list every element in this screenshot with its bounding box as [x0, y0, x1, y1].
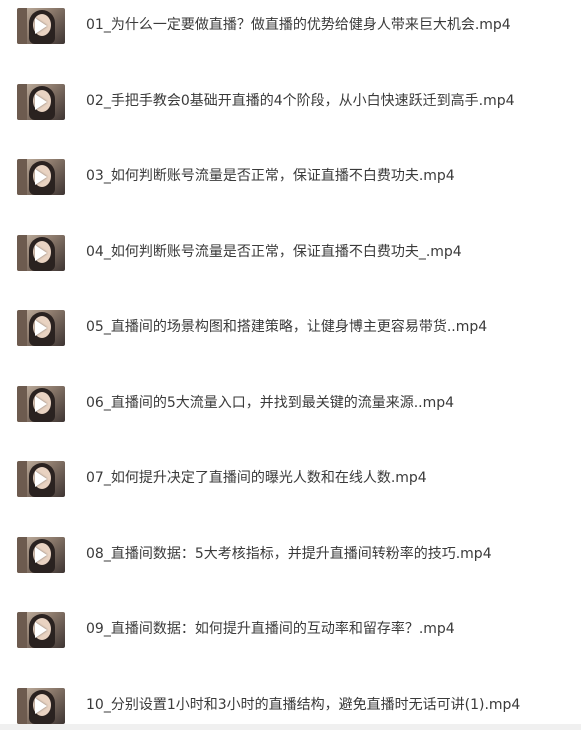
file-name[interactable]: 08_直播间数据：5大考核指标，并提升直播间转粉率的技巧.mp4 — [86, 545, 492, 563]
play-icon — [35, 320, 47, 336]
play-icon — [35, 547, 47, 563]
play-icon — [35, 18, 47, 34]
video-thumbnail[interactable] — [17, 386, 65, 422]
video-thumbnail[interactable] — [17, 159, 65, 195]
horizontal-scrollbar[interactable] — [0, 724, 581, 730]
list-item[interactable]: 09_直播间数据：如何提升直播间的互动率和留存率？.mp4 — [0, 604, 581, 654]
video-thumbnail[interactable] — [17, 688, 65, 724]
video-thumbnail[interactable] — [17, 235, 65, 271]
file-name[interactable]: 09_直播间数据：如何提升直播间的互动率和留存率？.mp4 — [86, 620, 455, 638]
file-name[interactable]: 07_如何提升决定了直播间的曝光人数和在线人数.mp4 — [86, 469, 427, 487]
play-icon — [35, 471, 47, 487]
play-icon — [35, 94, 47, 110]
video-thumbnail[interactable] — [17, 8, 65, 44]
list-item[interactable]: 04_如何判断账号流量是否正常，保证直播不白费功夫_.mp4 — [0, 227, 581, 277]
list-item[interactable]: 02_手把手教会0基础开直播的4个阶段，从小白快速跃迁到高手.mp4 — [0, 76, 581, 126]
list-item[interactable]: 10_分别设置1小时和3小时的直播结构，避免直播时无话可讲(1).mp4 — [0, 680, 581, 730]
file-name[interactable]: 06_直播间的5大流量入口，并找到最关键的流量来源..mp4 — [86, 394, 454, 412]
list-item[interactable]: 03_如何判断账号流量是否正常，保证直播不白费功夫.mp4 — [0, 151, 581, 201]
file-name[interactable]: 03_如何判断账号流量是否正常，保证直播不白费功夫.mp4 — [86, 167, 455, 185]
play-icon — [35, 396, 47, 412]
file-name[interactable]: 01_为什么一定要做直播？做直播的优势给健身人带来巨大机会.mp4 — [86, 16, 511, 34]
file-list: 01_为什么一定要做直播？做直播的优势给健身人带来巨大机会.mp4 02_手把手… — [0, 0, 581, 730]
play-icon — [35, 622, 47, 638]
video-thumbnail[interactable] — [17, 84, 65, 120]
list-item[interactable]: 01_为什么一定要做直播？做直播的优势给健身人带来巨大机会.mp4 — [0, 0, 581, 50]
list-item[interactable]: 07_如何提升决定了直播间的曝光人数和在线人数.mp4 — [0, 453, 581, 503]
list-item[interactable]: 05_直播间的场景构图和搭建策略，让健身博主更容易带货..mp4 — [0, 302, 581, 352]
video-thumbnail[interactable] — [17, 537, 65, 573]
play-icon — [35, 169, 47, 185]
video-thumbnail[interactable] — [17, 461, 65, 497]
video-thumbnail[interactable] — [17, 612, 65, 648]
play-icon — [35, 245, 47, 261]
file-name[interactable]: 05_直播间的场景构图和搭建策略，让健身博主更容易带货..mp4 — [86, 318, 487, 336]
play-icon — [35, 698, 47, 714]
file-name[interactable]: 02_手把手教会0基础开直播的4个阶段，从小白快速跃迁到高手.mp4 — [86, 92, 515, 110]
list-item[interactable]: 08_直播间数据：5大考核指标，并提升直播间转粉率的技巧.mp4 — [0, 529, 581, 579]
file-name[interactable]: 10_分别设置1小时和3小时的直播结构，避免直播时无话可讲(1).mp4 — [86, 696, 520, 714]
video-thumbnail[interactable] — [17, 310, 65, 346]
list-item[interactable]: 06_直播间的5大流量入口，并找到最关键的流量来源..mp4 — [0, 378, 581, 428]
file-name[interactable]: 04_如何判断账号流量是否正常，保证直播不白费功夫_.mp4 — [86, 243, 462, 261]
